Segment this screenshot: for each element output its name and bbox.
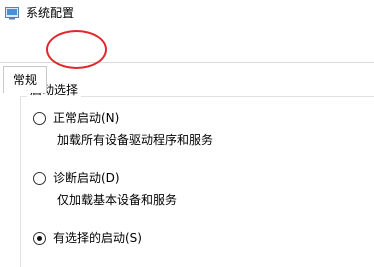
radio-button[interactable] <box>33 112 46 125</box>
window-title: 系统配置 <box>26 6 75 20</box>
option-label: 正常启动(N) <box>53 111 120 125</box>
radio-normal-startup[interactable]: 正常启动(N) <box>33 110 173 128</box>
option-label: 诊断启动(D) <box>53 171 120 185</box>
radio-button[interactable] <box>33 172 46 185</box>
title-bar: 系统配置 <box>0 0 374 30</box>
tab-general[interactable]: 常规 <box>3 66 47 93</box>
option-description: 仅加载基本设备和服务 <box>57 193 178 207</box>
system-config-icon <box>5 7 19 20</box>
radio-diagnostic-startup[interactable]: 诊断启动(D) <box>33 170 173 188</box>
radio-selective-startup[interactable]: 有选择的启动(S) <box>33 230 193 248</box>
radio-button[interactable] <box>33 232 46 245</box>
option-description: 加载所有设备驱动程序和服务 <box>57 133 214 147</box>
tab-strip: 常规 引导 服务 启动 工具 <box>0 30 374 93</box>
option-label: 有选择的启动(S) <box>53 231 142 245</box>
